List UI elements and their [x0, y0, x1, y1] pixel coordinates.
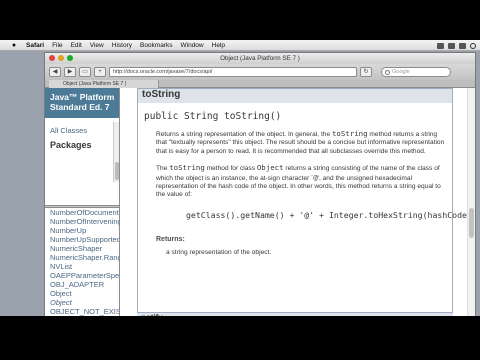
- class-link[interactable]: NumberOfInterveningJobs: [50, 217, 119, 226]
- packages-heading: Packages: [50, 140, 92, 150]
- window-title: Object (Java Platform SE 7 ): [220, 55, 300, 62]
- code-tostring: toString: [331, 129, 368, 138]
- menu-bookmarks[interactable]: Bookmarks: [140, 42, 173, 49]
- class-link[interactable]: NumberOfDocument: [50, 208, 119, 217]
- back-icon[interactable]: ◀: [49, 67, 61, 77]
- class-link[interactable]: Object: [50, 298, 119, 307]
- text-run: method for class: [204, 165, 257, 173]
- class-link[interactable]: OBJ_ADAPTER: [50, 280, 119, 289]
- window-titlebar[interactable]: Object (Java Platform SE 7 ): [45, 53, 475, 64]
- menu-file[interactable]: File: [52, 42, 62, 49]
- page-content: Java™ Platform Standard Ed. 7 All Classe…: [45, 88, 476, 316]
- class-link[interactable]: Object: [50, 289, 119, 298]
- code-object: Object: [256, 163, 284, 173]
- forward-icon[interactable]: ▶: [64, 67, 76, 77]
- returns-value: a string representation of the object.: [166, 248, 272, 256]
- method-detail-tostring: toString public String toString() Return…: [137, 88, 476, 316]
- tab-object-java[interactable]: Object (Java Platform SE 7 ): [49, 80, 159, 88]
- method-heading: toString: [138, 89, 452, 103]
- apple-icon[interactable]: ●: [10, 42, 18, 49]
- class-link[interactable]: NumericShaper: [50, 244, 119, 253]
- text-run: Returns a string representation of the o…: [156, 131, 332, 138]
- menubar: ● Safari File Edit View History Bookmark…: [0, 40, 480, 51]
- description-paragraph-1: Returns a string representation of the o…: [156, 129, 446, 156]
- class-link[interactable]: NumberUpSupported: [50, 235, 119, 244]
- code-tostring: toString: [169, 163, 205, 173]
- main-scroll-thumb[interactable]: [469, 208, 474, 238]
- reload-icon[interactable]: ↻: [360, 67, 372, 77]
- close-icon[interactable]: [49, 55, 55, 61]
- window-controls: [49, 55, 73, 61]
- spotlight-icon[interactable]: [470, 42, 476, 49]
- zoom-icon[interactable]: [67, 55, 73, 61]
- search-field[interactable]: Google: [381, 67, 451, 77]
- main-scrollbar[interactable]: [467, 88, 475, 316]
- returns-label: Returns:: [156, 235, 185, 243]
- class-link[interactable]: NumberUp: [50, 226, 119, 235]
- all-classes-link[interactable]: All Classes: [45, 118, 119, 135]
- text-run: The: [156, 165, 170, 173]
- overview-scrollbar[interactable]: [113, 122, 119, 182]
- menu-view[interactable]: View: [90, 42, 104, 49]
- class-link[interactable]: OAEPParameterSpec: [50, 271, 119, 280]
- main-frame: toString public String toString() Return…: [121, 88, 476, 316]
- description-paragraph-2: The toString method for class Object ret…: [156, 164, 446, 200]
- letterbox-bottom: [0, 316, 480, 360]
- menubar-status-area: [437, 40, 476, 51]
- letterbox-top: [0, 0, 480, 40]
- class-list: NumberOfDocumentNumberOfInterveningJobsN…: [45, 208, 119, 316]
- class-link[interactable]: NVList: [50, 262, 119, 271]
- overview-frame: Java™ Platform Standard Ed. 7 All Classe…: [45, 88, 119, 205]
- address-bar[interactable]: http://docs.oracle.com/javase/7/docs/api…: [109, 67, 357, 77]
- platform-title: Java™ Platform Standard Ed. 7: [45, 88, 119, 118]
- tab-bar: Object (Java Platform SE 7 ): [45, 80, 475, 88]
- overview-scroll-thumb[interactable]: [115, 162, 119, 180]
- method-signature: public String toString(): [144, 111, 282, 122]
- wifi-icon[interactable]: [437, 42, 444, 49]
- add-bookmark-icon[interactable]: +: [94, 67, 106, 77]
- menu-help[interactable]: Help: [212, 42, 225, 49]
- minimize-icon[interactable]: [58, 55, 64, 61]
- browser-toolbar: ◀ ▶ ▭ + http://docs.oracle.com/javase/7/…: [45, 64, 475, 80]
- left-nav-frame: Java™ Platform Standard Ed. 7 All Classe…: [45, 88, 120, 316]
- browser-window: Object (Java Platform SE 7 ) ◀ ▶ ▭ + htt…: [44, 52, 476, 316]
- menu-history[interactable]: History: [112, 42, 132, 49]
- reader-icon[interactable]: ▭: [79, 67, 91, 77]
- code-example: getClass().getName() + '@' + Integer.toH…: [186, 209, 476, 220]
- menu-safari[interactable]: Safari: [26, 42, 44, 49]
- volume-icon[interactable]: [448, 42, 455, 49]
- class-link[interactable]: NumericShaper.Range: [50, 253, 119, 262]
- class-link[interactable]: OBJECT_NOT_EXIST: [50, 307, 119, 316]
- battery-icon[interactable]: [459, 42, 466, 49]
- menu-window[interactable]: Window: [181, 42, 204, 49]
- menu-edit[interactable]: Edit: [71, 42, 82, 49]
